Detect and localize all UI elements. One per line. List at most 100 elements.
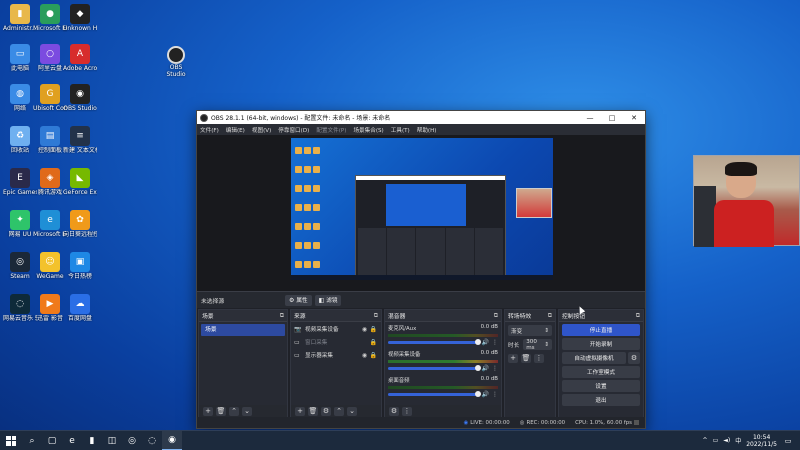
taskbar-app-button[interactable]: ◉: [162, 430, 182, 450]
move-up-button[interactable]: ⌃: [229, 406, 239, 416]
clock[interactable]: 10:54 2022/11/5: [746, 434, 777, 448]
notification-icon[interactable]: ▭: [782, 435, 794, 447]
desktop-icon[interactable]: ◣GeForce Experience: [63, 168, 97, 196]
eye-icon[interactable]: ◉: [360, 326, 369, 333]
desktop-icon[interactable]: ♻ 回收站: [3, 126, 37, 154]
desktop-icon[interactable]: AAdobe Acrobat: [63, 44, 97, 72]
properties-button[interactable]: ⚙ 属性: [285, 294, 312, 306]
advanced-audio-button[interactable]: ⚙: [389, 406, 399, 416]
desktop-icon[interactable]: ◈ 腾讯游戏: [33, 168, 67, 196]
taskbar-app-button[interactable]: ⌕: [22, 431, 42, 450]
taskbar-app-button[interactable]: ▮: [82, 431, 102, 450]
virtual-camera-button[interactable]: 自动虚拟摄像机: [562, 352, 626, 364]
desktop-icon[interactable]: ○ 阿里云盘: [33, 44, 67, 72]
menu-item[interactable]: 文件(F): [200, 126, 219, 134]
taskbar-app-button[interactable]: ▢: [42, 431, 62, 450]
filters-button[interactable]: ◧ 滤镜: [314, 294, 342, 306]
title-bar[interactable]: OBS 28.1.1 (64-bit, windows) - 配置文件: 未命名…: [197, 111, 645, 124]
duration-spinbox[interactable]: 300 ms ⇕: [523, 339, 552, 351]
undock-icon[interactable]: ⧉: [636, 312, 640, 320]
menu-item[interactable]: 工具(T): [391, 126, 410, 134]
source-list-item[interactable]: 📷 视频采集设备 ◉ 🔒: [291, 323, 381, 335]
desktop-icon[interactable]: GUbisoft Connect: [33, 84, 67, 112]
menu-item[interactable]: 场景集合(S): [353, 126, 383, 134]
undock-icon[interactable]: ⧉: [280, 312, 284, 320]
lock-icon[interactable]: 🔒: [369, 339, 378, 346]
lock-icon[interactable]: 🔒: [369, 352, 378, 359]
desktop-shortcut-obs[interactable]: OBS Studio: [161, 46, 191, 78]
network-icon[interactable]: ▭: [713, 437, 719, 444]
undock-icon[interactable]: ⧉: [494, 312, 498, 320]
desktop-icon[interactable]: ▤ 控制面板: [33, 126, 67, 154]
virtual-camera-settings-button[interactable]: ⚙: [628, 352, 640, 364]
move-up-button[interactable]: ⌃: [334, 406, 344, 416]
source-list-item[interactable]: ▭ 显示器采集 ◉ 🔒: [291, 349, 381, 361]
transition-select[interactable]: 渐变 ⇕: [508, 325, 552, 336]
desktop-icon[interactable]: eMicrosoft Edge: [33, 210, 67, 238]
stop-streaming-button[interactable]: 停止直播: [562, 324, 640, 336]
desktop-icon[interactable]: ◆Unknown Horizon: [63, 4, 97, 32]
desktop-icon[interactable]: ◉ OBS Studio: [63, 84, 97, 112]
exit-button[interactable]: 退出: [562, 394, 640, 406]
menu-item[interactable]: 编辑(E): [226, 126, 245, 134]
menu-item[interactable]: 视图(V): [252, 126, 271, 134]
preview-canvas[interactable]: [197, 135, 645, 291]
desktop-icon[interactable]: ▮ Administr...: [3, 4, 37, 32]
undock-icon[interactable]: ⧉: [548, 312, 552, 320]
menu-item[interactable]: 配置文件(P): [316, 126, 346, 134]
volume-slider[interactable]: [388, 339, 481, 345]
channel-menu-icon[interactable]: ⋮: [492, 365, 498, 372]
desktop-icon[interactable]: ☺ WeGame: [33, 252, 67, 280]
taskbar-app-button[interactable]: ◎: [122, 431, 142, 450]
tray-chevron-icon[interactable]: ^: [703, 437, 708, 444]
desktop-icon[interactable]: ✦ 网易 UU: [3, 210, 37, 238]
menu-item[interactable]: 停靠窗口(D): [278, 126, 309, 134]
speaker-icon[interactable]: 🔊: [482, 391, 489, 398]
start-button[interactable]: [0, 435, 22, 446]
add-transition-button[interactable]: +: [508, 354, 518, 363]
settings-button[interactable]: 设置: [562, 380, 640, 392]
studio-mode-button[interactable]: 工作室模式: [562, 366, 640, 378]
speaker-icon[interactable]: 🔊: [482, 365, 489, 372]
remove-source-button[interactable]: 🗑: [308, 406, 318, 416]
move-down-button[interactable]: ⌄: [242, 406, 252, 416]
source-list-item[interactable]: ▭ 窗口采集 🔒: [291, 336, 381, 348]
desktop-icon[interactable]: ▭ 此电脑: [3, 44, 37, 72]
taskbar-app-button[interactable]: ◫: [102, 431, 122, 450]
eye-icon[interactable]: ◉: [360, 352, 369, 359]
volume-slider[interactable]: [388, 391, 481, 397]
mixer-menu-button[interactable]: ⋮: [402, 406, 412, 416]
volume-slider[interactable]: [388, 365, 481, 371]
desktop-icon[interactable]: ◍ 网络: [3, 84, 37, 112]
channel-menu-icon[interactable]: ⋮: [492, 391, 498, 398]
desktop-icon[interactable]: ●Microsoft Edge: [33, 4, 67, 32]
add-scene-button[interactable]: +: [203, 406, 213, 416]
desktop-icon[interactable]: ☁ 百度网盘: [63, 294, 97, 322]
start-recording-button[interactable]: 开始录制: [562, 338, 640, 350]
desktop-icon[interactable]: E Epic Games: [3, 168, 37, 196]
transition-menu-button[interactable]: ⋮: [534, 354, 544, 363]
desktop-icon[interactable]: ≡新建 文本文档: [63, 126, 97, 154]
close-button[interactable]: ✕: [623, 114, 645, 122]
scene-list-item[interactable]: 场景: [201, 324, 285, 336]
add-source-button[interactable]: +: [295, 406, 305, 416]
taskbar-app-button[interactable]: ◌: [142, 431, 162, 450]
taskbar-app-button[interactable]: e: [62, 431, 82, 450]
undock-icon[interactable]: ⧉: [374, 312, 378, 320]
minimize-button[interactable]: —: [579, 114, 601, 122]
speaker-icon[interactable]: 🔊: [482, 339, 489, 346]
desktop-icon[interactable]: ▶ 迅雷 影音: [33, 294, 67, 322]
input-language-indicator[interactable]: 中: [735, 436, 741, 445]
channel-menu-icon[interactable]: ⋮: [492, 339, 498, 346]
desktop-icon[interactable]: ✿向日葵远程控制: [63, 210, 97, 238]
remove-scene-button[interactable]: 🗑: [216, 406, 226, 416]
volume-icon[interactable]: ◄): [723, 437, 730, 444]
maximize-button[interactable]: □: [601, 114, 623, 122]
desktop-icon[interactable]: ◎ Steam: [3, 252, 37, 280]
menu-item[interactable]: 帮助(H): [417, 126, 437, 134]
desktop-icon[interactable]: ◌网易云音乐 驱动: [3, 294, 37, 322]
lock-icon[interactable]: 🔒: [369, 326, 378, 333]
desktop-icon[interactable]: ▣ 今日热榜: [63, 252, 97, 280]
remove-transition-button[interactable]: 🗑: [521, 354, 531, 363]
source-properties-button[interactable]: ⚙: [321, 406, 331, 416]
